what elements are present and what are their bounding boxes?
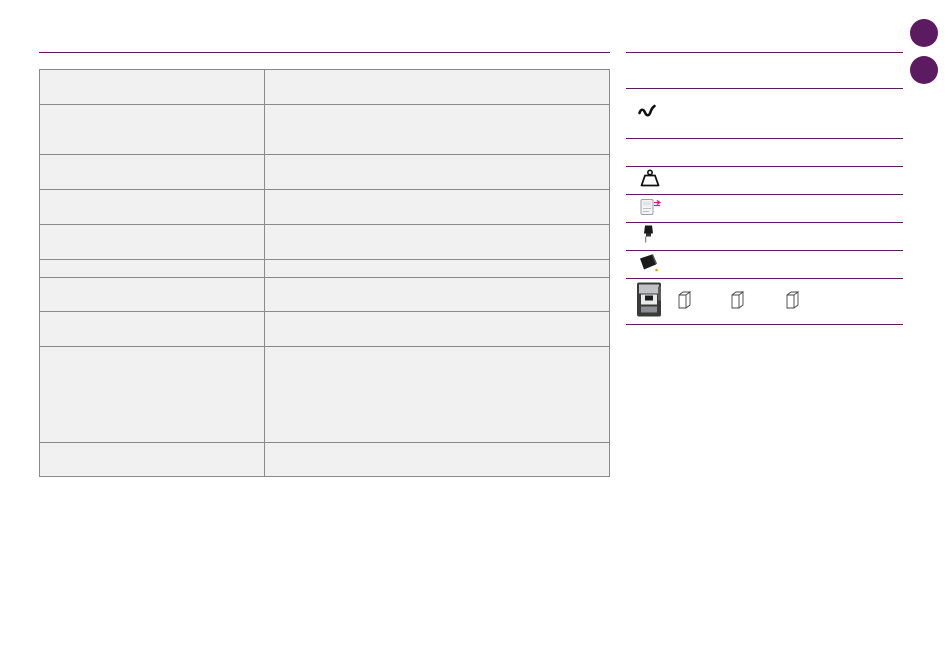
- table-cell: [39, 311, 265, 347]
- table-cell: [39, 154, 265, 190]
- table-cell: [39, 442, 265, 477]
- table-cell: [39, 69, 265, 105]
- package-icon: [786, 291, 800, 314]
- table-cell: [264, 224, 610, 260]
- coffee-machine-icon: [636, 281, 662, 322]
- nav-dot[interactable]: [910, 19, 938, 47]
- table-cell: [39, 346, 265, 443]
- section-divider: [39, 52, 610, 53]
- table-row: [39, 311, 610, 347]
- list-item: [626, 279, 903, 325]
- list-item: [626, 251, 903, 279]
- list-item: [626, 139, 903, 167]
- wave-squiggle-icon: [638, 104, 656, 123]
- table-cell: [264, 69, 610, 105]
- table-cell: [39, 189, 265, 225]
- table-cell: [39, 224, 265, 260]
- table-row: [39, 69, 610, 105]
- table-cell: [264, 311, 610, 347]
- list-header: [626, 52, 903, 89]
- package-icon: [678, 291, 692, 314]
- table-cell: [264, 277, 610, 312]
- milk-spout-icon: [642, 224, 656, 249]
- table-row: [39, 154, 610, 190]
- table-cell: [264, 154, 610, 190]
- table-row: [39, 277, 610, 312]
- list-item: [626, 195, 903, 223]
- table-cell: [264, 104, 610, 155]
- table-cell: [39, 104, 265, 155]
- table-cell: [264, 259, 610, 278]
- weight-icon: [640, 168, 660, 192]
- table-row: [39, 259, 610, 278]
- table-cell: [264, 189, 610, 225]
- water-filter-icon: [640, 196, 662, 221]
- table-cell: [264, 346, 610, 443]
- table-cell: [39, 277, 265, 312]
- table-row: [39, 442, 610, 477]
- list-item: [626, 223, 903, 251]
- table-row: [39, 104, 610, 155]
- list-item: [626, 89, 903, 139]
- table-cell: [264, 442, 610, 477]
- table-row: [39, 224, 610, 260]
- spec-table: [39, 69, 610, 477]
- cleaning-tablet-icon: [638, 252, 660, 277]
- accessories-list: [626, 52, 903, 325]
- package-icon: [731, 291, 745, 314]
- table-cell: [39, 259, 265, 278]
- nav-dot[interactable]: [910, 56, 938, 84]
- table-row: [39, 189, 610, 225]
- table-row: [39, 346, 610, 443]
- list-item: [626, 167, 903, 195]
